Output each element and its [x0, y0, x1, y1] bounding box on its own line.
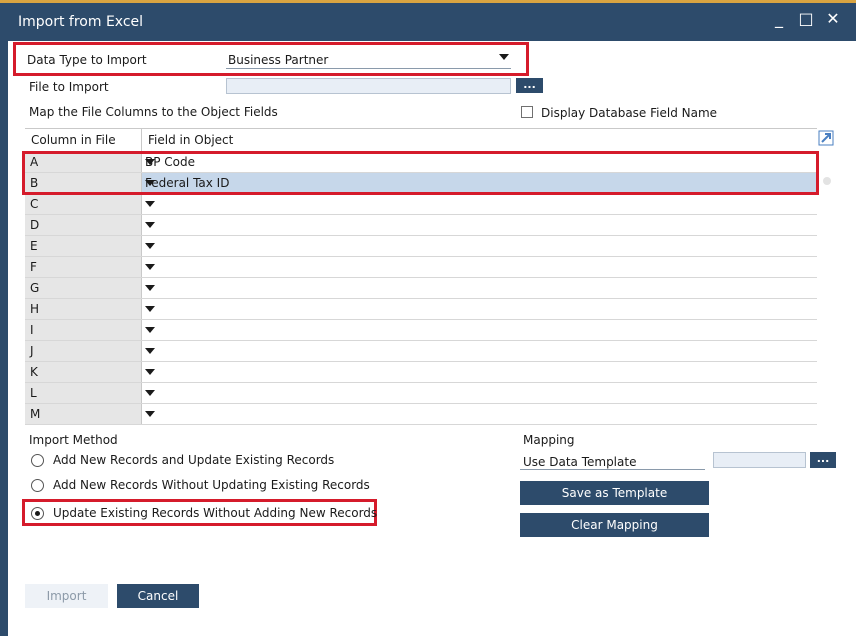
cancel-button[interactable]: Cancel — [117, 584, 199, 608]
column-in-file-cell: I — [25, 320, 142, 340]
template-input[interactable] — [713, 452, 806, 468]
save-as-template-button[interactable]: Save as Template — [520, 481, 709, 505]
column-letter: D — [30, 218, 40, 232]
column-letter: E — [30, 239, 38, 253]
window-left-edge — [0, 41, 8, 636]
column-letter: K — [30, 365, 38, 379]
chevron-down-icon — [499, 54, 509, 60]
column-in-file-cell: G — [25, 278, 142, 298]
radio-add-no-update-label: Add New Records Without Updating Existin… — [53, 478, 370, 492]
chevron-down-icon[interactable] — [145, 369, 155, 375]
field-in-object-select[interactable] — [142, 299, 817, 319]
display-db-field-checkbox[interactable] — [521, 106, 533, 118]
chevron-down-icon[interactable] — [145, 264, 155, 270]
table-row[interactable]: M — [25, 404, 817, 425]
radio-update-only[interactable] — [31, 507, 44, 520]
chevron-down-icon[interactable] — [145, 243, 155, 249]
highlight-mapped-rows — [22, 151, 819, 195]
minimize-button[interactable]: _ — [768, 9, 790, 28]
template-divider — [520, 469, 705, 470]
use-data-template-label: Use Data Template — [523, 455, 637, 469]
grid-header: Column in File Field in Object — [25, 128, 817, 152]
table-row[interactable]: F — [25, 257, 817, 278]
column-letter: L — [30, 386, 37, 400]
chevron-down-icon[interactable] — [145, 348, 155, 354]
chevron-down-icon[interactable] — [145, 306, 155, 312]
radio-add-update[interactable] — [31, 454, 44, 467]
radio-add-update-label: Add New Records and Update Existing Reco… — [53, 453, 335, 467]
column-in-file-cell: D — [25, 215, 142, 235]
expand-arrow-icon[interactable] — [818, 130, 834, 146]
window-title: Import from Excel — [18, 14, 144, 30]
column-letter: G — [30, 281, 40, 295]
field-in-object-select[interactable] — [142, 257, 817, 277]
header-field-in-object[interactable]: Field in Object — [142, 129, 817, 151]
chevron-down-icon[interactable] — [145, 327, 155, 333]
column-in-file-cell: M — [25, 404, 142, 424]
radio-selected-dot — [35, 511, 40, 516]
table-row[interactable]: G — [25, 278, 817, 299]
column-in-file-cell: K — [25, 362, 142, 382]
import-button-label: Import — [46, 589, 87, 603]
display-db-field-label: Display Database Field Name — [541, 106, 718, 120]
save-as-template-label: Save as Template — [561, 486, 668, 500]
column-letter: F — [30, 260, 37, 274]
column-letter: H — [30, 302, 40, 316]
close-button[interactable]: ✕ — [822, 9, 844, 28]
column-letter: C — [30, 197, 39, 211]
column-letter: M — [30, 407, 41, 421]
table-row[interactable]: H — [25, 299, 817, 320]
chevron-down-icon[interactable] — [145, 411, 155, 417]
clear-mapping-button[interactable]: Clear Mapping — [520, 513, 709, 537]
field-in-object-select[interactable] — [142, 383, 817, 403]
table-row[interactable]: J — [25, 341, 817, 362]
column-in-file-cell: J — [25, 341, 142, 361]
maximize-button[interactable]: □ — [795, 9, 817, 28]
column-letter: J — [30, 344, 34, 358]
header-column-in-file[interactable]: Column in File — [25, 129, 142, 151]
chevron-down-icon[interactable] — [145, 201, 155, 207]
field-in-object-select[interactable] — [142, 278, 817, 298]
title-bar: Import from Excel _ □ ✕ — [0, 3, 856, 41]
field-in-object-select[interactable] — [142, 194, 817, 214]
field-in-object-select[interactable] — [142, 362, 817, 382]
column-in-file-cell: L — [25, 383, 142, 403]
column-in-file-cell: H — [25, 299, 142, 319]
table-row[interactable]: L — [25, 383, 817, 404]
field-in-object-select[interactable] — [142, 404, 817, 424]
file-to-import-label: File to Import — [29, 80, 109, 94]
field-in-object-select[interactable] — [142, 215, 817, 235]
data-type-label: Data Type to Import — [27, 53, 147, 67]
import-button[interactable]: Import — [25, 584, 108, 608]
import-method-label: Import Method — [29, 433, 118, 447]
file-to-import-input[interactable] — [226, 78, 511, 94]
table-row[interactable]: E — [25, 236, 817, 257]
chevron-down-icon[interactable] — [145, 285, 155, 291]
chevron-down-icon[interactable] — [145, 390, 155, 396]
column-letter: I — [30, 323, 34, 337]
data-type-select[interactable]: Business Partner — [226, 52, 511, 69]
clear-mapping-label: Clear Mapping — [571, 518, 658, 532]
table-row[interactable]: C — [25, 194, 817, 215]
radio-update-only-label: Update Existing Records Without Adding N… — [53, 506, 378, 520]
table-row[interactable]: K — [25, 362, 817, 383]
table-row[interactable]: I — [25, 320, 817, 341]
template-browse-button[interactable]: ... — [810, 452, 836, 468]
radio-add-no-update[interactable] — [31, 479, 44, 492]
row-resize-handle[interactable] — [823, 177, 831, 185]
field-in-object-select[interactable] — [142, 320, 817, 340]
cancel-button-label: Cancel — [137, 589, 179, 603]
chevron-down-icon[interactable] — [145, 222, 155, 228]
file-browse-button[interactable]: ... — [516, 78, 543, 93]
mapping-label: Mapping — [523, 433, 575, 447]
column-in-file-cell: C — [25, 194, 142, 214]
map-columns-label: Map the File Columns to the Object Field… — [29, 105, 278, 119]
field-in-object-select[interactable] — [142, 236, 817, 256]
column-in-file-cell: F — [25, 257, 142, 277]
field-in-object-select[interactable] — [142, 341, 817, 361]
table-row[interactable]: D — [25, 215, 817, 236]
column-in-file-cell: E — [25, 236, 142, 256]
data-type-value: Business Partner — [228, 53, 329, 67]
